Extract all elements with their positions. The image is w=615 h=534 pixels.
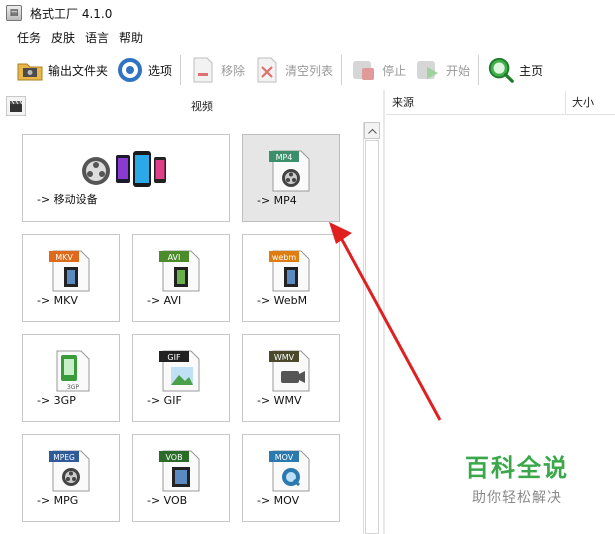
options-button[interactable]: 选项 xyxy=(112,53,176,87)
start-label: 开始 xyxy=(446,63,471,78)
remove-file-icon xyxy=(189,56,217,84)
watermark: 百科全说 助你轻松解决 xyxy=(452,448,582,507)
svg-text:MP4: MP4 xyxy=(276,153,293,162)
file-table-header: 来源 大小 xyxy=(386,91,615,115)
svg-text:MPEG: MPEG xyxy=(53,453,75,462)
mpg-file-icon: MPEG xyxy=(49,447,93,496)
tile-label: -> 3GP xyxy=(37,394,76,407)
menu-skin[interactable]: 皮肤 xyxy=(46,28,80,48)
options-gear-icon xyxy=(116,56,144,84)
svg-text:WMV: WMV xyxy=(274,353,295,362)
avi-file-icon: AVI xyxy=(159,247,203,296)
menu-language[interactable]: 语言 xyxy=(80,28,114,48)
3gp-file-icon: 3GP xyxy=(49,347,93,396)
svg-text:MKV: MKV xyxy=(55,253,73,262)
menu-help[interactable]: 帮助 xyxy=(114,28,148,48)
svg-text:3GP: 3GP xyxy=(67,384,79,391)
tile-label: -> VOB xyxy=(147,494,188,507)
scroll-up-button[interactable] xyxy=(364,122,380,139)
clear-list-button[interactable]: 清空列表 xyxy=(249,53,337,87)
tile-label: -> MKV xyxy=(37,294,78,307)
wmv-file-icon: WMV xyxy=(269,347,313,396)
column-source[interactable]: 来源 xyxy=(386,91,566,114)
tile-label: -> AVI xyxy=(147,294,182,307)
svg-text:VOB: VOB xyxy=(165,453,182,462)
svg-text:MOV: MOV xyxy=(275,453,294,462)
clapperboard-icon xyxy=(10,100,23,112)
tile-label: -> WMV xyxy=(257,394,302,407)
tile-mkv[interactable]: MKV -> MKV xyxy=(22,234,120,322)
tile-label: -> MPG xyxy=(37,494,79,507)
tile-label: -> 移动设备 xyxy=(37,193,98,206)
svg-text:AVI: AVI xyxy=(168,253,181,262)
tile-avi[interactable]: AVI -> AVI xyxy=(132,234,230,322)
clear-list-icon xyxy=(253,56,281,84)
panel-splitter[interactable] xyxy=(383,90,385,534)
clear-list-label: 清空列表 xyxy=(285,63,334,78)
start-icon xyxy=(414,56,442,84)
tile-label: -> MP4 xyxy=(257,194,297,207)
svg-text:GIF: GIF xyxy=(167,353,181,362)
tile-label: -> MOV xyxy=(257,494,300,507)
menu-task[interactable]: 任务 xyxy=(12,28,46,48)
clapperboard-button[interactable] xyxy=(6,96,26,116)
watermark-subtitle: 助你轻松解决 xyxy=(472,490,562,506)
options-label: 选项 xyxy=(148,63,173,78)
tile-label: -> GIF xyxy=(147,394,182,407)
mov-file-icon: MOV xyxy=(269,447,313,496)
scroll-thumb[interactable] xyxy=(365,140,379,534)
gif-file-icon: GIF xyxy=(159,347,203,396)
remove-button[interactable]: 移除 xyxy=(185,53,249,87)
tile-mp4[interactable]: MP4 -> MP4 xyxy=(242,134,340,222)
toolbar-separator xyxy=(478,55,480,85)
vob-file-icon: VOB xyxy=(159,447,203,496)
window-title: 格式工厂 4.1.0 xyxy=(30,6,113,21)
app-icon: ▤ xyxy=(6,5,22,21)
menu-bar: 任务 皮肤 语言 帮助 xyxy=(0,28,148,48)
video-panel-header: 视频 xyxy=(6,94,381,118)
tile-mobile-device[interactable]: -> 移动设备 xyxy=(22,134,230,222)
folder-icon xyxy=(16,56,44,84)
chevron-up-icon xyxy=(367,128,377,134)
stop-icon xyxy=(350,56,378,84)
toolbar: 输出文件夹 选项 移除 清空列表 停止 开始 主页 xyxy=(0,50,615,90)
video-panel-title: 视频 xyxy=(191,100,213,113)
tile-webm[interactable]: webm -> WebM xyxy=(242,234,340,322)
toolbar-separator xyxy=(180,55,182,85)
tile-mov[interactable]: MOV -> MOV xyxy=(242,434,340,522)
start-button[interactable]: 开始 xyxy=(410,53,474,87)
output-folder-button[interactable]: 输出文件夹 xyxy=(12,53,112,87)
output-folder-label: 输出文件夹 xyxy=(48,63,109,78)
tile-vob[interactable]: VOB -> VOB xyxy=(132,434,230,522)
tile-mpg[interactable]: MPEG -> MPG xyxy=(22,434,120,522)
tile-3gp[interactable]: 3GP -> 3GP xyxy=(22,334,120,422)
watermark-title: 百科全说 xyxy=(465,454,569,482)
stop-button[interactable]: 停止 xyxy=(346,53,410,87)
tile-label: -> WebM xyxy=(257,294,308,307)
tile-wmv[interactable]: WMV -> WMV xyxy=(242,334,340,422)
tile-scrollbar[interactable] xyxy=(363,122,380,534)
column-size[interactable]: 大小 xyxy=(566,91,594,114)
home-magnifier-icon xyxy=(487,56,515,84)
title-bar: ▤ 格式工厂 4.1.0 xyxy=(0,0,615,26)
svg-text:webm: webm xyxy=(272,253,297,262)
format-tile-grid: -> 移动设备 MP4 -> MP4 MKV -> MKV AVI -> AVI… xyxy=(14,122,360,534)
stop-label: 停止 xyxy=(382,63,407,78)
home-button[interactable]: 主页 xyxy=(483,53,547,87)
webm-file-icon: webm xyxy=(269,247,313,296)
home-label: 主页 xyxy=(519,63,544,78)
tile-gif[interactable]: GIF -> GIF xyxy=(132,334,230,422)
toolbar-separator xyxy=(341,55,343,85)
mkv-file-icon: MKV xyxy=(49,247,93,296)
remove-label: 移除 xyxy=(221,63,246,78)
mp4-file-icon: MP4 xyxy=(269,147,313,196)
